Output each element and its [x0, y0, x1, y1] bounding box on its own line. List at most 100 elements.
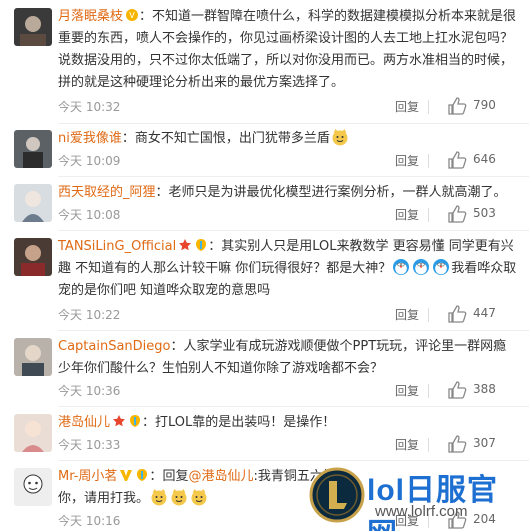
like-button[interactable]: 307: [447, 434, 519, 454]
like-count: 388: [473, 382, 496, 396]
thumbs-up-icon: [448, 305, 467, 323]
like-count: 447: [473, 306, 496, 320]
comment-item: TANSiLinG_Official ：其实别人只是用LOL来教数学 更容易懂 同…: [0, 234, 529, 331]
v-badge-icon: [120, 470, 133, 481]
comment-username[interactable]: TANSiLinG_Official: [58, 239, 176, 254]
like-count: 646: [473, 152, 496, 166]
watermark-title: lol日服官网: [367, 474, 498, 531]
reply-button[interactable]: 回复: [395, 98, 419, 115]
star-badge-icon: [113, 415, 126, 427]
divider: [428, 308, 429, 322]
vip-badge-icon: [130, 415, 141, 427]
site-watermark: lol日服官网 www.lolrf.com: [309, 461, 523, 531]
comment-text: 港岛仙儿 ：打LOL靠的是出装吗！是操作！: [58, 415, 336, 430]
like-count: 790: [473, 98, 496, 112]
divider: [58, 123, 529, 124]
avatar[interactable]: [14, 184, 52, 222]
reply-button[interactable]: 回复: [395, 306, 419, 323]
like-button[interactable]: 447: [447, 304, 519, 324]
like-button[interactable]: 790: [447, 96, 519, 116]
like-count: 503: [473, 206, 496, 220]
comment-time: 今天 10:36: [58, 384, 121, 398]
comment-username[interactable]: 港岛仙儿: [58, 415, 110, 430]
comment-text: 月落眠桑枝 V ：不知道一群智障在喷什么，科学的数据建模模拟分析本来就是很重要的东西…: [58, 9, 517, 90]
divider: [428, 154, 429, 168]
comment-meta: 今天 10:36 回复 388: [58, 380, 519, 400]
reply-button[interactable]: 回复: [395, 152, 419, 169]
comment-time: 今天 10:32: [58, 100, 121, 114]
avatar[interactable]: [14, 130, 52, 168]
comment-time: 今天 10:33: [58, 438, 121, 452]
reply-prefix: 回复: [162, 469, 189, 484]
like-button[interactable]: 388: [447, 380, 519, 400]
comment-text: 西天取经的_阿狸：老师只是为讲最优化模型进行案例分析，一群人就高潮了。: [58, 185, 507, 200]
lol-logo-icon: [309, 467, 365, 523]
vip-badge-icon: [196, 239, 207, 251]
reply-button[interactable]: 回复: [395, 382, 419, 399]
like-count: 307: [473, 436, 496, 450]
comment-item: 港岛仙儿 ：打LOL靠的是出装吗！是操作！ 今天 10:33 回复 307: [0, 410, 529, 461]
divider: [58, 406, 529, 407]
reply-button[interactable]: 回复: [395, 206, 419, 223]
comment-time: 今天 10:09: [58, 154, 121, 168]
avatar[interactable]: [14, 8, 52, 46]
thumbs-up-icon: [448, 435, 467, 453]
doge-emoji-icon: [171, 489, 187, 506]
doraemon-emoji-icon: [413, 259, 430, 275]
thumbs-up-icon: [448, 205, 467, 223]
doge-emoji-icon: [191, 489, 207, 506]
comment-text: ni爱我像谁：商女不知亡国恨，出门犹带多兰盾: [58, 128, 519, 150]
comment-body-continued: 你，请用打我。: [58, 491, 150, 506]
comment-username[interactable]: 月落眠桑枝: [58, 9, 123, 24]
doraemon-emoji-icon: [433, 259, 450, 275]
comment-body: 打LOL靠的是出装吗！是操作！: [155, 415, 336, 430]
divider: [428, 100, 429, 114]
comment-time: 今天 10:08: [58, 208, 121, 222]
comment-username[interactable]: 西天取经的_阿狸: [58, 185, 156, 200]
comment-username[interactable]: ni爱我像谁: [58, 131, 122, 146]
comment-feed: 月落眠桑枝 V ：不知道一群智障在喷什么，科学的数据建模模拟分析本来就是很重要的东西…: [0, 0, 529, 531]
doge-emoji-icon: [151, 489, 167, 506]
comment-time: 今天 10:22: [58, 308, 121, 322]
thumbs-up-icon: [448, 151, 467, 169]
thumbs-up-icon: [448, 381, 467, 399]
divider: [428, 208, 429, 222]
avatar[interactable]: [14, 414, 52, 452]
vip-badge-icon: [137, 469, 148, 481]
divider: [428, 438, 429, 452]
comment-text: TANSiLinG_Official ：其实别人只是用LOL来教数学 更容易懂 同…: [58, 239, 517, 298]
doraemon-emoji-icon: [393, 259, 410, 275]
vip-badge-icon: V: [126, 9, 139, 21]
comment-body: 老师只是为讲最优化模型进行案例分析，一群人就高潮了。: [168, 185, 507, 200]
doge-emoji-icon: [332, 129, 348, 146]
comment-meta: 今天 10:32 回复 790: [58, 96, 519, 116]
star-badge-icon: [179, 239, 192, 251]
thumbs-up-icon: [448, 97, 467, 115]
divider: [58, 230, 529, 231]
comment-body: 商女不知亡国恨，出门犹带多兰盾: [134, 131, 330, 146]
comment-username[interactable]: CaptainSanDiego: [58, 339, 171, 354]
avatar[interactable]: [14, 468, 52, 506]
comment-item: ni爱我像谁：商女不知亡国恨，出门犹带多兰盾 今天 10:09 回复 646: [0, 126, 529, 177]
divider: [428, 384, 429, 398]
svg-text:V: V: [129, 11, 135, 20]
comment-item: 西天取经的_阿狸：老师只是为讲最优化模型进行案例分析，一群人就高潮了。 今天 1…: [0, 180, 529, 231]
comment-username[interactable]: Mr-周小茗: [58, 469, 117, 484]
comment-item: 月落眠桑枝 V ：不知道一群智障在喷什么，科学的数据建模模拟分析本来就是很重要的东西…: [0, 4, 529, 124]
comment-meta: 今天 10:09 回复 646: [58, 150, 519, 170]
mention-link[interactable]: @港岛仙儿: [188, 469, 253, 484]
avatar[interactable]: [14, 238, 52, 276]
like-button[interactable]: 503: [447, 204, 519, 224]
comment-meta: 今天 10:08 回复 503: [58, 204, 519, 224]
divider: [58, 330, 529, 331]
like-button[interactable]: 646: [447, 150, 519, 170]
comment-item: CaptainSanDiego：人家学业有成玩游戏顺便做个PPT玩玩，评论里一群…: [0, 334, 529, 407]
divider: [58, 176, 529, 177]
watermark-url: www.lolrf.com: [375, 503, 468, 520]
comment-text: CaptainSanDiego：人家学业有成玩游戏顺便做个PPT玩玩，评论里一群…: [58, 339, 507, 376]
comment-time: 今天 10:16: [58, 514, 121, 528]
avatar[interactable]: [14, 338, 52, 376]
reply-button[interactable]: 回复: [395, 436, 419, 453]
comment-meta: 今天 10:22 回复 447: [58, 304, 519, 324]
comment-meta: 今天 10:33 回复 307: [58, 434, 519, 454]
